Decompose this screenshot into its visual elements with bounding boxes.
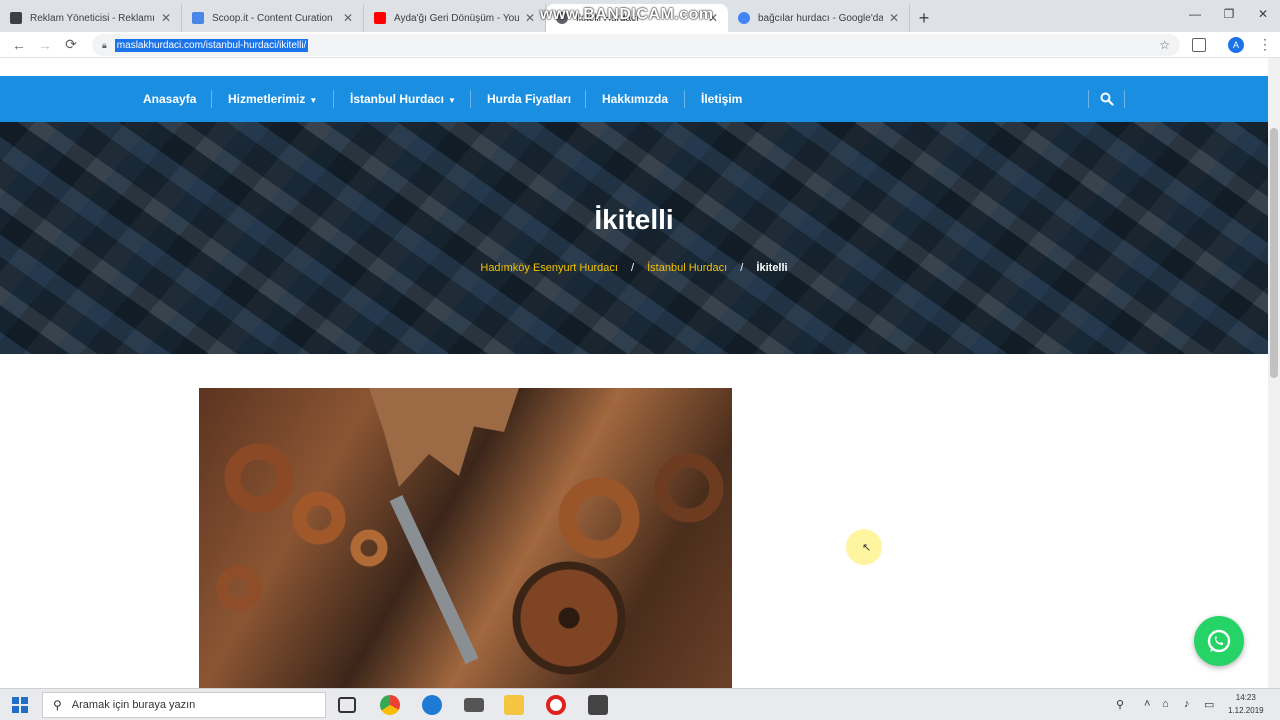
taskbar-search-input[interactable]: ⚲ Aramak için buraya yazın xyxy=(42,692,326,718)
rusty-plate-shape xyxy=(369,388,519,487)
site-navigation: Anasayfa Hizmetlerimiz ▼ İstanbul Hurdacı… xyxy=(0,76,1268,122)
taskbar-search-placeholder: Aramak için buraya yazın xyxy=(71,699,196,711)
nav-item-home[interactable]: Anasayfa xyxy=(143,76,196,122)
chevron-up-icon[interactable]: ˄ xyxy=(1144,698,1150,710)
cursor-icon: ↖ xyxy=(862,542,872,554)
file-explorer-icon[interactable] xyxy=(504,695,524,715)
close-icon[interactable]: ✕ xyxy=(343,11,353,25)
mail-icon[interactable] xyxy=(464,698,484,712)
chevron-down-icon: ▼ xyxy=(309,96,318,105)
close-icon[interactable]: ✕ xyxy=(161,11,171,25)
nav-item-services[interactable]: Hizmetlerimiz ▼ xyxy=(228,76,317,122)
browser-toolbar: ← → ⟳ 🔒︎ maslakhurdaci.com/istanbul-hurd… xyxy=(0,32,1280,58)
avatar[interactable]: A xyxy=(1228,37,1244,53)
people-icon[interactable]: ⚲ xyxy=(1116,698,1124,711)
url-text[interactable]: maslakhurdaci.com/istanbul-hurdaci/ikite… xyxy=(114,38,309,52)
volume-icon[interactable]: ♪ xyxy=(1184,698,1190,710)
nav-divider xyxy=(333,90,334,108)
close-icon[interactable]: ✕ xyxy=(889,11,899,25)
nav-label: Anasayfa xyxy=(143,92,197,106)
metal-rod-shape xyxy=(389,495,479,665)
nav-label: Hizmetlerimiz xyxy=(228,92,306,106)
close-window-icon[interactable]: ✕ xyxy=(1246,0,1280,28)
breadcrumb-separator: / xyxy=(740,262,744,274)
browser-tab-bar: Reklam Yöneticisi - Reklamın ✕ Scoop.it … xyxy=(0,0,1280,32)
windows-taskbar: ⚲ Aramak için buraya yazın ⚲ ˄ ⌂ ♪ ▭ 14:… xyxy=(0,688,1280,720)
youtube-icon xyxy=(374,12,386,24)
clock-time: 14:23 xyxy=(1235,693,1256,702)
task-view-icon[interactable] xyxy=(338,697,356,713)
window-controls: — ❐ ✕ xyxy=(1178,0,1280,28)
minimize-icon[interactable]: — xyxy=(1178,0,1212,28)
new-tab-button[interactable]: + xyxy=(910,4,938,32)
whatsapp-icon xyxy=(1207,629,1231,653)
windows-start-icon[interactable] xyxy=(12,697,28,713)
web-page: Anasayfa Hizmetlerimiz ▼ İstanbul Hurdacı… xyxy=(0,58,1268,688)
opera-icon[interactable] xyxy=(546,695,566,715)
nav-label: İstanbul Hurdacı xyxy=(350,92,445,106)
calculator-icon[interactable] xyxy=(588,695,608,715)
breadcrumb-link[interactable]: Hadımköy Esenyurt Hurdacı xyxy=(480,262,618,274)
whatsapp-chat-button[interactable] xyxy=(1194,616,1244,666)
breadcrumb: Hadımköy Esenyurt Hurdacı / İstanbul Hur… xyxy=(0,262,1268,274)
nav-label: İletişim xyxy=(701,92,743,106)
forward-icon[interactable]: → xyxy=(32,37,58,53)
edge-icon[interactable] xyxy=(422,695,442,715)
google-icon xyxy=(738,12,750,24)
nav-divider xyxy=(211,90,212,108)
breadcrumb-link[interactable]: İstanbul Hurdacı xyxy=(647,262,727,274)
page-title: İkitelli xyxy=(594,204,674,235)
browser-tab[interactable]: Reklam Yöneticisi - Reklamın ✕ xyxy=(0,4,182,32)
tab-title: bağcılar hurdacı - Google'da xyxy=(758,12,883,24)
address-bar[interactable]: 🔒︎ maslakhurdaci.com/istanbul-hurdaci/ik… xyxy=(92,34,1180,56)
back-icon[interactable]: ← xyxy=(6,37,32,53)
breadcrumb-separator: / xyxy=(631,262,635,274)
scoopit-icon xyxy=(192,12,204,24)
nav-divider xyxy=(470,90,471,108)
nav-item-about[interactable]: Hakkımızda xyxy=(602,76,668,122)
page-scrollbar[interactable] xyxy=(1268,58,1280,688)
nav-label: Hurda Fiyatları xyxy=(487,92,572,106)
bookmark-star-icon[interactable]: ☆ xyxy=(1159,38,1170,52)
scrap-metal-image xyxy=(199,388,732,688)
lock-icon: 🔒︎ xyxy=(102,39,107,50)
search-icon: ⚲ xyxy=(53,698,62,712)
nav-item-istanbul-hurdaci[interactable]: İstanbul Hurdacı ▼ xyxy=(350,76,456,122)
tab-title: Ayda'ğı Geri Dönüşüm - You xyxy=(394,12,519,24)
system-clock[interactable]: 14:23 1.12.2019 xyxy=(1228,691,1264,717)
recording-watermark: www.BANDICAM.com xyxy=(540,6,714,23)
facebook-ads-icon xyxy=(10,12,22,24)
nav-divider xyxy=(1124,90,1125,108)
nav-label: Hakkımızda xyxy=(602,92,669,106)
browser-tab[interactable]: Ayda'ğı Geri Dönüşüm - You ✕ xyxy=(364,4,546,32)
breadcrumb-current: İkitelli xyxy=(756,262,788,274)
browser-tab[interactable]: bağcılar hurdacı - Google'da ✕ xyxy=(728,4,910,32)
nav-divider xyxy=(585,90,586,108)
menu-icon[interactable]: ⋮ xyxy=(1258,36,1272,53)
keyboard-icon[interactable]: ▭ xyxy=(1204,698,1214,711)
chrome-icon[interactable] xyxy=(380,695,400,715)
nav-divider xyxy=(684,90,685,108)
clock-date: 1.12.2019 xyxy=(1228,706,1264,715)
search-icon[interactable] xyxy=(1100,92,1114,106)
page-hero-banner: İkitelli Hadımköy Esenyurt Hurdacı / İst… xyxy=(0,122,1268,354)
maximize-icon[interactable]: ❐ xyxy=(1212,0,1246,28)
scrollbar-thumb[interactable] xyxy=(1270,128,1278,378)
mouse-cursor-highlight: ↖ xyxy=(846,529,882,565)
reload-icon[interactable]: ⟳ xyxy=(58,36,84,53)
chevron-down-icon: ▼ xyxy=(448,96,456,105)
close-icon[interactable]: ✕ xyxy=(525,11,535,25)
tab-title: Scoop.it - Content Curation xyxy=(212,12,333,24)
extension-icon[interactable] xyxy=(1192,38,1206,52)
nav-item-scrap-prices[interactable]: Hurda Fiyatları xyxy=(487,76,571,122)
network-icon[interactable]: ⌂ xyxy=(1162,698,1169,710)
browser-tab[interactable]: Scoop.it - Content Curation ✕ xyxy=(182,4,364,32)
tab-title: Reklam Yöneticisi - Reklamın xyxy=(30,12,155,24)
nav-item-contact[interactable]: İletişim xyxy=(701,76,742,122)
nav-divider xyxy=(1088,90,1089,108)
